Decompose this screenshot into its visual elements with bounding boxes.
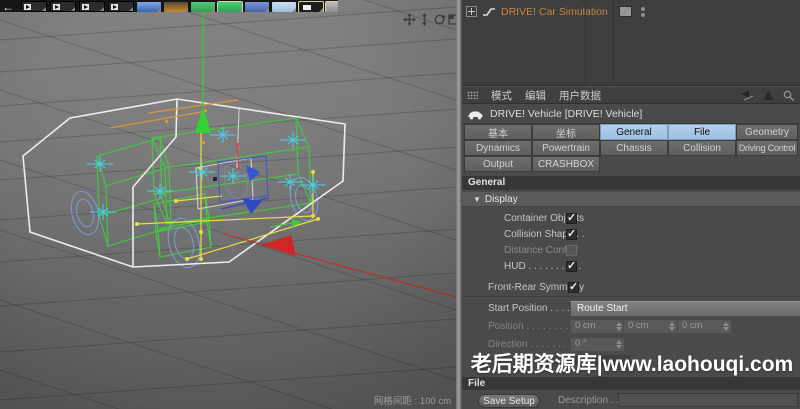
row-start-position: Start Position . . . . . . Route Start: [462, 300, 800, 316]
row-hud: HUD . . . . . . . . . .: [462, 258, 800, 274]
attribute-menubar: 模式 编辑 用户数据: [462, 86, 800, 104]
divider: [462, 296, 800, 297]
roof-handles: [110, 100, 238, 144]
spline-tool-icon[interactable]: [164, 2, 188, 12]
rotate-view-icon[interactable]: [433, 13, 446, 26]
history-up-icon[interactable]: [763, 90, 774, 101]
menu-mode[interactable]: 模式: [491, 88, 512, 103]
position-z-field[interactable]: 0 cm: [677, 319, 732, 334]
flyout-icon-4[interactable]: [108, 1, 134, 12]
front-rear-symmetry-checkbox[interactable]: [568, 282, 579, 293]
row-position: Position . . . . . . . . . . 0 cm 0 cm 0…: [462, 318, 800, 334]
tab-basic[interactable]: 基本: [464, 124, 532, 140]
spinner-icon[interactable]: [669, 322, 675, 331]
object-row[interactable]: DRIVE! Car Simulation: [466, 4, 645, 19]
layer-chip-icon[interactable]: [619, 6, 632, 17]
viewport[interactable]: ← 网格间距 : 100 cm: [0, 0, 456, 409]
tab-powertrain[interactable]: Powertrain: [532, 140, 600, 156]
tab-crashbox[interactable]: CRASHBOX: [532, 156, 600, 172]
row-collision-shape: Collision Shape . .: [462, 226, 800, 242]
row-distance-control: Distance Control: [462, 242, 800, 258]
row-container-objects: Container Objects: [462, 210, 800, 226]
viewport-nav: [403, 13, 461, 26]
collapse-triangle-icon: ▼: [473, 192, 481, 207]
attribute-object-title: DRIVE! Vehicle [DRIVE! Vehicle]: [490, 108, 642, 120]
pan-view-icon[interactable]: [403, 13, 416, 26]
save-setup-button[interactable]: Save Setup: [478, 394, 540, 408]
camera-tool-icon[interactable]: [299, 2, 323, 12]
tab-chassis[interactable]: Chassis: [600, 140, 668, 156]
car-simulation-object-icon: [482, 6, 496, 17]
viewport-canvas[interactable]: [0, 0, 456, 409]
display-group-header[interactable]: ▼Display: [462, 192, 800, 207]
object-manager: DRIVE! Car Simulation: [462, 0, 800, 86]
menu-edit[interactable]: 编辑: [525, 88, 546, 103]
hud-checkbox[interactable]: [566, 261, 577, 272]
tab-collision[interactable]: Collision: [668, 140, 736, 156]
generator-tool-icon[interactable]: [191, 2, 215, 12]
floor-grid: [0, 0, 456, 409]
description-label: Description . .: [558, 395, 619, 406]
tab-output[interactable]: Output: [464, 156, 532, 172]
flyout-icon-3[interactable]: [79, 1, 105, 12]
vehicle-icon: [467, 109, 484, 120]
tab-driving-control[interactable]: Driving Control: [736, 140, 798, 156]
container-objects-checkbox[interactable]: [566, 213, 577, 224]
dolly-view-icon[interactable]: [418, 13, 431, 26]
cube-tool-icon[interactable]: [137, 2, 161, 12]
position-y-field[interactable]: 0 cm: [623, 319, 678, 334]
simulation-tool-icon[interactable]: [245, 2, 269, 12]
collision-shape-checkbox[interactable]: [566, 229, 577, 240]
start-position-dropdown[interactable]: Route Start: [570, 301, 800, 317]
material-tool-icon[interactable]: [326, 2, 338, 12]
back-arrow-icon[interactable]: ←: [2, 2, 18, 12]
object-label[interactable]: DRIVE! Car Simulation: [501, 6, 608, 18]
y-axis-handle[interactable]: [195, 13, 211, 133]
position-x-field[interactable]: 0 cm: [570, 319, 625, 334]
menu-userdata[interactable]: 用户数据: [559, 88, 601, 103]
expand-icon[interactable]: [466, 6, 477, 17]
search-icon[interactable]: [783, 90, 794, 101]
tab-geometry[interactable]: Geometry: [736, 124, 798, 140]
tab-dynamics[interactable]: Dynamics: [464, 140, 532, 156]
description-input[interactable]: [618, 393, 798, 407]
grip-icon[interactable]: [467, 91, 478, 99]
deformer-tool-icon[interactable]: [218, 2, 242, 12]
tab-general[interactable]: General: [600, 124, 668, 140]
grid-spacing-label: 网格间距 : 100 cm: [374, 393, 451, 407]
collision-boxes: [97, 118, 311, 257]
general-section-header: General: [462, 176, 800, 190]
right-panel: DRIVE! Car Simulation 模式 编辑 用户数据: [462, 0, 800, 409]
floor-tool-icon[interactable]: [272, 2, 296, 12]
main-toolbar: ←: [0, 0, 338, 12]
flyout-icon-1[interactable]: [21, 1, 47, 12]
flyout-icon-2[interactable]: [50, 1, 76, 12]
visibility-dots[interactable]: [641, 7, 645, 17]
row-front-rear-symmetry: Front-Rear Symmetry: [462, 279, 800, 295]
attribute-tabs: 基本 坐标 General File Geometry Dynamics Pow…: [464, 124, 798, 172]
attribute-title-row: DRIVE! Vehicle [DRIVE! Vehicle]: [462, 105, 800, 124]
history-back-icon[interactable]: [740, 90, 754, 101]
tab-file[interactable]: File: [668, 124, 736, 140]
spinner-icon[interactable]: [723, 322, 729, 331]
tab-coordinates[interactable]: 坐标: [532, 124, 600, 140]
spinner-icon[interactable]: [616, 322, 622, 331]
file-section-header: File: [462, 377, 800, 390]
watermark-text: 老后期资源库|www.laohouqi.com: [464, 348, 800, 378]
distance-control-checkbox: [566, 245, 577, 256]
